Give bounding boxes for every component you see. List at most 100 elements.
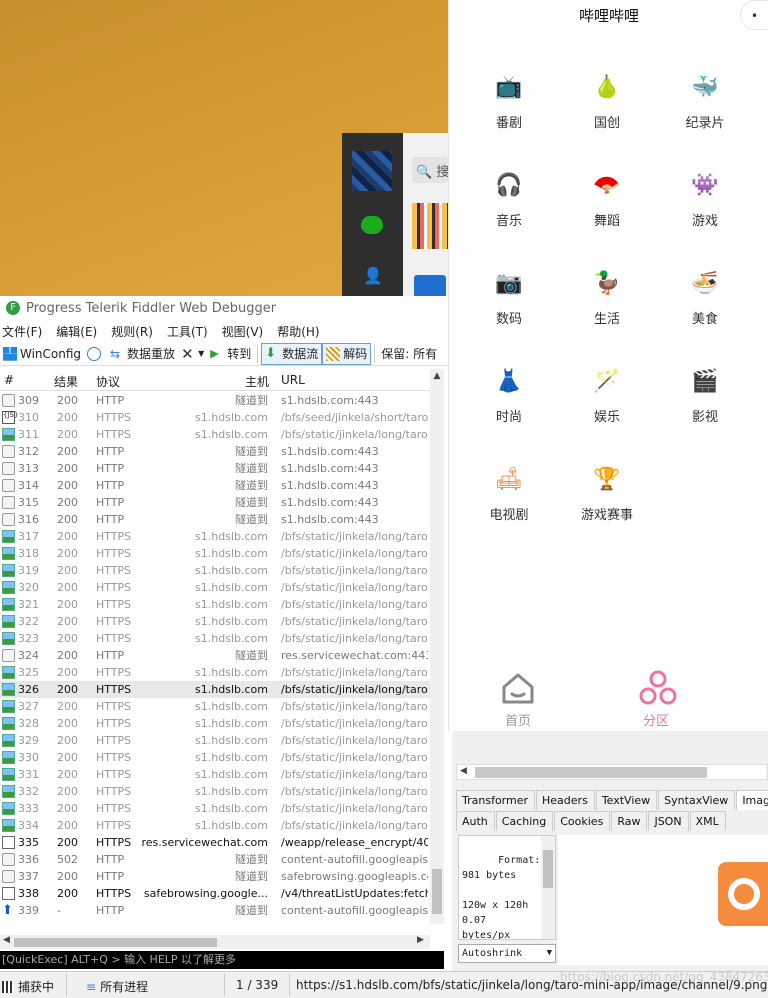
tab-cookies[interactable]: Cookies [554,811,611,831]
scroll-right-arrow-icon[interactable]: ▶ [417,935,424,945]
table-row[interactable]: 334 200 HTTPS s1.hdslb.com/bfs/static/jinke… [0,817,430,834]
chat-bubble-icon[interactable] [361,216,383,234]
col-protocol[interactable]: 协议 [96,373,120,390]
table-row[interactable]: 311 200 HTTPS s1.hdslb.com/bfs/static/jinke… [0,426,430,443]
replay-button[interactable]: ⇆ 数据重放 [107,343,178,365]
scroll-thumb[interactable] [14,938,217,947]
stream-button[interactable]: ⬇ 数据流 [261,342,323,365]
go-button[interactable]: ▶ 转到 [207,343,254,365]
tab-transformer[interactable]: Transformer [456,790,536,810]
scroll-thumb[interactable] [432,869,442,914]
category-item[interactable]: 👾 游戏 [657,168,753,229]
category-item[interactable]: 🏆 游戏赛事 [559,462,655,523]
category-item[interactable]: 👗 时尚 [461,364,557,425]
table-row[interactable]: 330 200 HTTPS s1.hdslb.com/bfs/static/jinke… [0,749,430,766]
decode-button[interactable]: 解码 [322,342,372,365]
table-row[interactable]: ⬆ 339 - HTTP 隧道到 content-autofill.googleapis.… [0,902,430,919]
table-row[interactable]: {JS} 310 200 HTTPS s1.hdslb.com/bfs/seed/jin… [0,409,430,426]
avatar[interactable] [352,151,392,191]
category-item[interactable]: 📺 番剧 [461,70,557,131]
scroll-left-arrow-icon[interactable]: ◀ [460,766,467,776]
table-row[interactable]: 328 200 HTTPS s1.hdslb.com/bfs/static/jinke… [0,715,430,732]
scroll-thumb[interactable] [475,767,707,778]
tab-raw[interactable]: Raw [611,811,648,831]
file-card[interactable] [414,275,446,298]
tab-caching[interactable]: Caching [495,811,554,831]
tab-textview[interactable]: TextView [595,790,658,810]
table-row[interactable]: 333 200 HTTPS s1.hdslb.com/bfs/static/jinke… [0,800,430,817]
capture-indicator[interactable]: 捕获中 [2,978,54,995]
table-row[interactable]: 314 200 HTTP 隧道到 s1.hdslb.com:443 [0,477,430,494]
sessions-horizontal-scrollbar[interactable]: ◀ ▶ [0,935,430,949]
table-row[interactable]: 309 200 HTTP 隧道到 s1.hdslb.com:443 [0,392,430,409]
table-row[interactable]: 316 200 HTTP 隧道到 s1.hdslb.com:443 [0,511,430,528]
menu-help[interactable]: 帮助(H) [275,323,319,340]
category-item[interactable]: 🍐 国创 [559,70,655,131]
menu-tools[interactable]: 工具(T) [165,323,208,340]
sessions-vertical-scrollbar[interactable]: ▲ [430,369,444,924]
tab-xml[interactable]: XML [689,811,726,831]
col-number[interactable]: # [4,373,14,387]
tab-home[interactable]: 首页 [478,670,558,729]
category-item[interactable]: 🦆 生活 [559,266,655,327]
chat-search-input[interactable]: 🔍 搜 [412,157,448,183]
col-url[interactable]: URL [281,373,305,387]
table-row[interactable]: 322 200 HTTPS s1.hdslb.com/bfs/static/jinke… [0,613,430,630]
keep-sessions-dropdown[interactable]: 保留: 所有 [378,343,440,365]
table-row[interactable]: 327 200 HTTPS s1.hdslb.com/bfs/static/jinke… [0,698,430,715]
inspector-horizontal-scrollbar[interactable]: ◀ [456,764,768,780]
comment-button[interactable] [84,343,107,365]
table-row[interactable]: 325 200 HTTPS s1.hdslb.com/bfs/static/jinke… [0,664,430,681]
process-filter[interactable]: ≡ 所有进程 [86,978,148,995]
table-row[interactable]: 313 200 HTTP 隧道到 s1.hdslb.com:443 [0,460,430,477]
table-row[interactable]: 329 200 HTTPS s1.hdslb.com/bfs/static/jinke… [0,732,430,749]
table-row[interactable]: 323 200 HTTPS s1.hdslb.com/bfs/static/jinke… [0,630,430,647]
table-row[interactable]: 336 502 HTTP 隧道到 content-autofill.googleapis… [0,851,430,868]
category-item[interactable]: 🪭 舞蹈 [559,168,655,229]
scroll-left-arrow-icon[interactable]: ◀ [3,935,10,945]
category-item[interactable]: 🐳 纪录片 [657,70,753,131]
menu-rules[interactable]: 规则(R) [109,323,153,340]
table-row[interactable]: 317 200 HTTPS s1.hdslb.com/bfs/static/jinke… [0,528,430,545]
scroll-up-arrow-icon[interactable]: ▲ [430,371,444,383]
quickexec-input[interactable]: [QuickExec] ALT+Q > 输入 HELP 以了解更多 [0,951,444,969]
category-item[interactable]: 🍜 美食 [657,266,753,327]
col-host[interactable]: 主机 [245,373,269,390]
menu-capsule-button[interactable]: • [740,0,768,30]
remove-button[interactable]: ✕ ▼ [178,343,207,365]
table-row[interactable]: 315 200 HTTP 隧道到 s1.hdslb.com:443 [0,494,430,511]
table-row[interactable]: 321 200 HTTPS s1.hdslb.com/bfs/static/jinke… [0,596,430,613]
tab-json[interactable]: JSON [648,811,689,831]
autoshrink-select[interactable]: Autoshrink ▼ [458,944,556,963]
chat-window[interactable]: 👤 🔍 搜 [342,133,448,298]
tab-headers[interactable]: Headers [536,790,595,810]
category-item[interactable]: 🪄 娱乐 [559,364,655,425]
tab-auth[interactable]: Auth [456,811,495,831]
table-row[interactable]: 335 200 HTTPS res.servicewechat.com/weapp/r… [0,834,430,851]
menu-file[interactable]: 文件(F) [0,323,42,340]
contacts-icon[interactable]: 👤 [363,266,383,285]
menu-edit[interactable]: 编辑(E) [54,323,97,340]
info-scrollbar[interactable] [541,836,555,939]
category-item[interactable]: 🎧 音乐 [461,168,557,229]
table-row[interactable]: 324 200 HTTP 隧道到 res.servicewechat.com:443 [0,647,430,664]
tab-imageview[interactable]: Imag [736,790,768,810]
winconfig-button[interactable]: WinConfig [0,343,84,365]
table-row[interactable]: 332 200 HTTPS s1.hdslb.com/bfs/static/jinke… [0,783,430,800]
tab-syntaxview[interactable]: SyntaxView [658,790,736,810]
table-row[interactable]: 318 200 HTTPS s1.hdslb.com/bfs/static/jinke… [0,545,430,562]
table-row[interactable]: 319 200 HTTPS s1.hdslb.com/bfs/static/jinke… [0,562,430,579]
tab-zone[interactable]: 分区 [616,670,696,729]
table-row[interactable]: 320 200 HTTPS s1.hdslb.com/bfs/static/jinke… [0,579,430,596]
sticker-thumbnail[interactable] [412,203,448,249]
category-item[interactable]: 🎬 影视 [657,364,753,425]
category-item[interactable]: 📷 数码 [461,266,557,327]
col-result[interactable]: 结果 [54,373,78,390]
scroll-thumb[interactable] [543,850,553,888]
table-row[interactable]: 331 200 HTTPS s1.hdslb.com/bfs/static/jinke… [0,766,430,783]
category-item[interactable]: 🛋 电视剧 [461,462,557,523]
menu-view[interactable]: 视图(V) [220,323,264,340]
table-row[interactable]: 337 200 HTTP 隧道到 safebrowsing.googleapis.com… [0,868,430,885]
table-row[interactable]: 312 200 HTTP 隧道到 s1.hdslb.com:443 [0,443,430,460]
table-row[interactable]: 326 200 HTTPS s1.hdslb.com/bfs/static/jinke… [0,681,430,698]
